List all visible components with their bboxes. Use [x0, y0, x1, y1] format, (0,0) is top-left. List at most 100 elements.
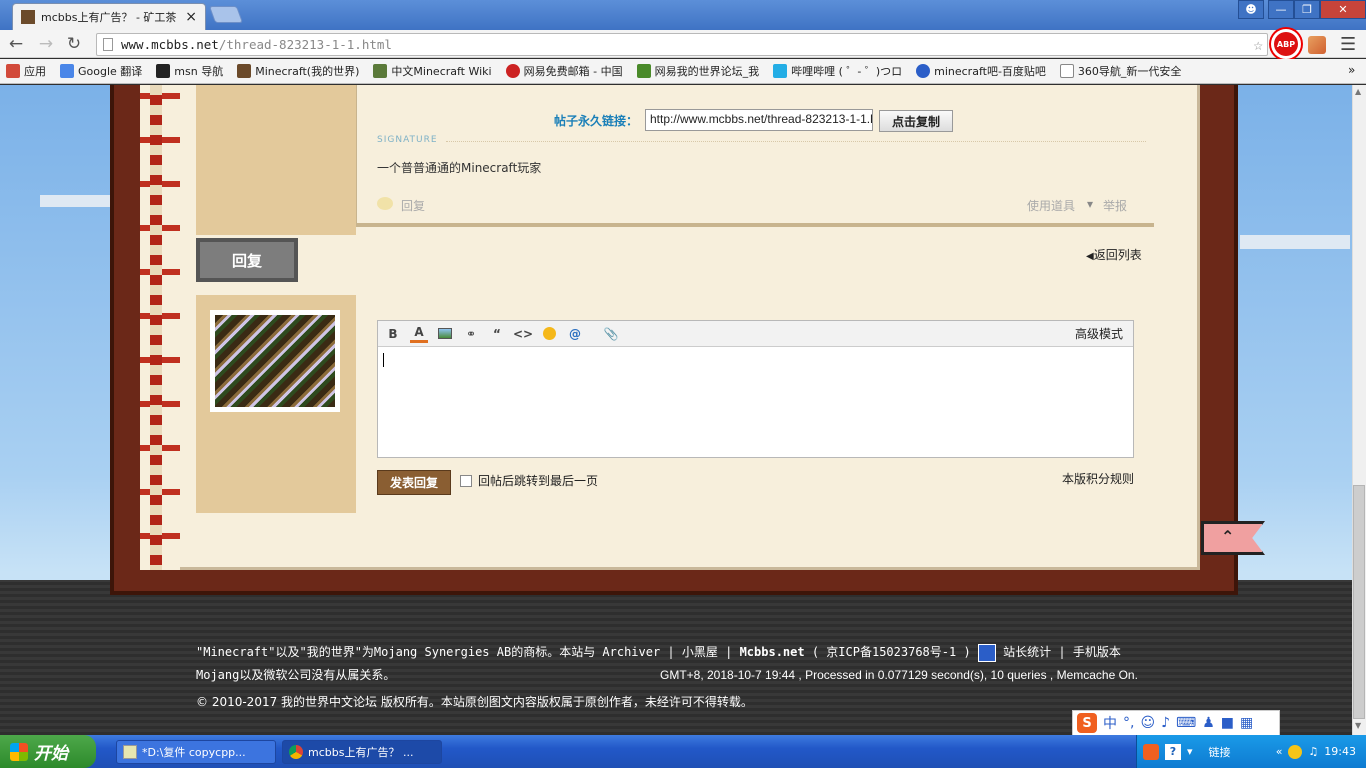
column-divider [356, 85, 357, 227]
taskbar-notepad[interactable]: *D:\复件 copycpp... [116, 740, 276, 764]
copy-link-button[interactable]: 点击复制 [879, 110, 953, 132]
use-tool-link[interactable]: 使用道具 [1027, 197, 1075, 214]
bookmark-star-icon[interactable]: ☆ [1253, 35, 1263, 54]
book-binding [150, 85, 162, 570]
link-icon[interactable]: ⚭ [462, 325, 480, 343]
grid-icon[interactable]: ▦ [1240, 715, 1253, 731]
address-bar[interactable]: www.mcbbs.net /thread-823213-1-1.html ☆ [96, 33, 1268, 56]
close-window-button[interactable]: ✕ [1320, 0, 1366, 19]
back-to-list-link[interactable]: ◀返回列表 [1086, 246, 1142, 263]
volume-icon[interactable]: ♫ [1308, 745, 1318, 758]
minecraft-block-icon [237, 64, 252, 78]
cloud-right [1240, 235, 1350, 249]
avatar[interactable] [210, 310, 340, 412]
mobile-link[interactable]: | 手机版本 [1058, 645, 1120, 659]
bookmark-minecraft[interactable]: Minecraft(我的世界) [237, 63, 359, 79]
emoji-icon[interactable]: ☺ [1140, 715, 1155, 731]
mention-icon[interactable]: @ [566, 325, 584, 343]
reply-link[interactable]: 回复 [401, 197, 425, 214]
scroll-up-icon[interactable]: ▲ [1355, 87, 1361, 96]
adblock-plus-icon[interactable]: ABP [1274, 32, 1298, 56]
bold-icon[interactable]: B [384, 325, 402, 343]
skin-icon[interactable]: ■ [1221, 715, 1234, 731]
ime-punct[interactable]: °, [1123, 715, 1134, 731]
netease-mail-icon [505, 64, 520, 78]
signature-divider [446, 141, 1146, 142]
image-icon[interactable] [436, 325, 454, 343]
avatar-image [215, 315, 335, 407]
jump-to-last-checkbox[interactable] [460, 475, 472, 487]
tab-title: mcbbs上有广告？ - 矿工茶 [41, 11, 177, 24]
font-color-icon[interactable]: A [410, 325, 428, 343]
bilibili-tv-icon [773, 64, 788, 78]
post-actions: 回复 使用道具 ▾ 举报 [377, 197, 1154, 217]
bookmark-minecraft-wiki[interactable]: 中文Minecraft Wiki [373, 63, 492, 79]
bookmark-apps[interactable]: 应用 [6, 63, 46, 79]
site-favicon-icon [21, 10, 35, 24]
reply-textarea[interactable] [378, 348, 1133, 457]
more-bookmarks-icon[interactable]: » [1348, 63, 1355, 77]
taskbar-chrome[interactable]: mcbbs上有广告？ ... [282, 740, 442, 764]
quote-icon[interactable]: “ [488, 325, 506, 343]
code-icon[interactable]: <> [513, 325, 533, 343]
url-host: www.mcbbs.net [121, 37, 219, 52]
baidu-paw-icon [916, 64, 931, 78]
tab-close-icon[interactable]: × [185, 9, 197, 25]
icp-link[interactable]: ( 京ICP备15023768号-1 ) [812, 645, 971, 659]
footer-line-1: "Minecraft"以及"我的世界"为Mojang Synergies AB的… [196, 641, 1196, 664]
reload-icon[interactable]: ↻ [64, 34, 84, 54]
url-path: /thread-823213-1-1.html [218, 37, 392, 52]
scrollbar-thumb[interactable] [1353, 485, 1365, 719]
msn-icon [156, 64, 171, 78]
clock[interactable]: 19:43 [1324, 745, 1356, 758]
jump-to-last-label: 回帖后跳转到最后一页 [478, 474, 599, 488]
quick-links-label[interactable]: 链接 [1209, 744, 1231, 760]
start-button[interactable]: 开始 [0, 735, 96, 768]
scroll-down-icon[interactable]: ▼ [1355, 721, 1361, 730]
report-link[interactable]: 举报 [1103, 197, 1127, 214]
post-divider [356, 223, 1154, 227]
forward-arrow-icon[interactable]: → [36, 34, 56, 54]
network-icon[interactable] [1288, 744, 1303, 759]
microphone-icon[interactable]: ♪ [1161, 715, 1170, 731]
bookmark-163-mail[interactable]: 网易免费邮箱 - 中国 [505, 63, 623, 79]
expand-icon[interactable]: « [1276, 745, 1283, 758]
back-to-top-button[interactable]: ⌃ [1201, 515, 1269, 565]
ime-mode[interactable]: 中 [1103, 713, 1117, 733]
help-icon[interactable]: ? [1165, 743, 1181, 760]
browser-tab[interactable]: mcbbs上有广告？ - 矿工茶 × [12, 3, 206, 30]
back-arrow-icon[interactable]: ← [6, 34, 26, 54]
menu-icon[interactable]: ☰ [1340, 34, 1356, 55]
profile-icon[interactable]: ☻ [1238, 0, 1264, 19]
bookmark-netease-forum[interactable]: 网易我的世界论坛_我 [636, 63, 759, 79]
site-name-link[interactable]: Mcbbs.net [740, 645, 805, 659]
footer-line-2: Mojang以及微软公司没有从属关系。 GMT+8, 2018-10-7 19:… [196, 664, 1196, 687]
bookmark-msn[interactable]: msn 导航 [156, 63, 223, 79]
attachment-icon[interactable]: 📎 [602, 325, 620, 343]
sogou-tray-icon[interactable] [1143, 743, 1159, 760]
user-icon[interactable]: ♟ [1202, 715, 1215, 731]
sogou-logo-icon[interactable]: S [1077, 713, 1097, 733]
rules-link[interactable]: 本版积分规则 [1062, 470, 1134, 487]
reply-bubble-icon [377, 197, 393, 210]
stats-link[interactable]: 站长统计 [1003, 645, 1051, 659]
bookmark-google-translate[interactable]: Google 翻译 [60, 63, 142, 79]
bookmark-tieba[interactable]: minecraft吧-百度贴吧 [916, 63, 1046, 79]
bookmark-360[interactable]: 360导航_新一代安全 [1059, 63, 1181, 79]
minimize-button[interactable]: — [1268, 0, 1294, 19]
extension-icon[interactable] [1308, 36, 1326, 54]
bookmark-bilibili[interactable]: 哔哩哔哩 ( ゜- ゜)つロ [773, 63, 902, 79]
notepad-icon [123, 745, 137, 759]
advanced-mode-link[interactable]: 高级模式 [1075, 325, 1123, 342]
restore-button[interactable]: ❐ [1294, 0, 1320, 19]
submit-reply-button[interactable]: 发表回复 [377, 470, 451, 495]
tray-arrow-icon[interactable]: ▾ [1187, 745, 1193, 758]
smiley-icon[interactable] [540, 325, 558, 343]
permalink-input[interactable]: http://www.mcbbs.net/thread-823213-1-1.h… [645, 109, 873, 131]
browser-toolbar: ← → ↻ www.mcbbs.net /thread-823213-1-1.h… [0, 30, 1366, 58]
keyboard-icon[interactable]: ⌨ [1176, 715, 1196, 731]
page-icon [103, 38, 113, 51]
new-tab-button[interactable] [208, 6, 244, 23]
thread-content: 帖子永久链接： http://www.mcbbs.net/thread-8232… [196, 85, 1154, 570]
cloud-left [40, 195, 110, 207]
